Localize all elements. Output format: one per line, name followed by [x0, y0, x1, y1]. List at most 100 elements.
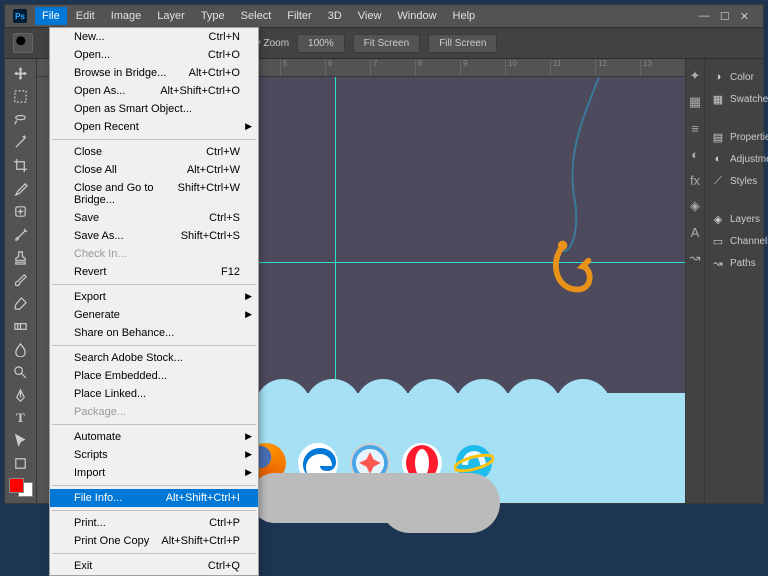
menuitem-import[interactable]: Import▶	[50, 464, 258, 482]
menuitem-open-recent[interactable]: Open Recent▶	[50, 118, 258, 136]
menuitem-close-all[interactable]: Close AllAlt+Ctrl+W	[50, 161, 258, 179]
menuitem-label: Revert	[74, 266, 106, 278]
menuitem-label: File Info...	[74, 492, 122, 504]
close-icon[interactable]: ✕	[740, 10, 749, 23]
menuitem-revert[interactable]: RevertF12	[50, 263, 258, 281]
menu-3d[interactable]: 3D	[321, 7, 349, 25]
menuitem-close[interactable]: CloseCtrl+W	[50, 143, 258, 161]
menuitem-shortcut: Alt+Shift+Ctrl+O	[160, 85, 240, 97]
panel-paths[interactable]: ↝Paths	[709, 253, 768, 273]
crop-tool[interactable]	[10, 157, 32, 174]
menuitem-exit[interactable]: Exit Ctrl+Q	[50, 557, 258, 575]
eyedropper-tool[interactable]	[10, 180, 32, 197]
panel-strip-icon[interactable]: ≡	[686, 119, 704, 137]
wand-tool[interactable]	[10, 134, 32, 151]
menu-file[interactable]: File	[35, 7, 67, 25]
eraser-tool[interactable]	[10, 295, 32, 312]
menu-image[interactable]: Image	[104, 7, 149, 25]
right-panels: ✦▦≡◐fx◈A↝ ◑Color▦Swatches▤Properties◐Adj…	[685, 59, 763, 503]
menuitem-label: Package...	[74, 406, 126, 418]
maximize-icon[interactable]: ☐	[720, 10, 730, 23]
menuitem-open[interactable]: Open...Ctrl+O	[50, 46, 258, 64]
styles-icon: ⟋	[711, 174, 725, 188]
menu-window[interactable]: Window	[390, 7, 443, 25]
menuitem-new[interactable]: New...Ctrl+N	[50, 28, 258, 46]
panel-strip-icon[interactable]: A	[686, 223, 704, 241]
menuitem-shortcut: Alt+Shift+Ctrl+P	[161, 535, 240, 547]
menuitem-label: Open as Smart Object...	[74, 103, 192, 115]
menuitem-label: Close All	[74, 164, 117, 176]
fit-screen-button[interactable]: Fit Screen	[353, 34, 421, 53]
menuitem-shortcut: Ctrl+Q	[208, 560, 240, 572]
pen-tool[interactable]	[10, 387, 32, 404]
lasso-tool[interactable]	[10, 111, 32, 128]
panel-strip-icon[interactable]: fx	[686, 171, 704, 189]
menuitem-export[interactable]: Export▶	[50, 288, 258, 306]
panel-label: Channels	[730, 236, 768, 247]
submenu-arrow-icon: ▶	[245, 291, 252, 302]
brush-tool[interactable]	[10, 226, 32, 243]
marquee-tool[interactable]	[10, 88, 32, 105]
menuitem-label: Share on Behance...	[74, 327, 174, 339]
panel-icon-strip: ✦ ▦ ≡ ◐ fx ◈ A ↝	[686, 59, 705, 503]
menu-help[interactable]: Help	[446, 7, 483, 25]
panel-strip-icon[interactable]: ✦	[686, 67, 704, 85]
panel-adjustments[interactable]: ◐Adjustments	[709, 149, 768, 169]
menuitem-label: Automate	[74, 431, 121, 443]
menuitem-browse-in-bridge[interactable]: Browse in Bridge...Alt+Ctrl+O	[50, 64, 258, 82]
menu-separator	[52, 553, 256, 554]
panel-strip-icon[interactable]: ↝	[686, 249, 704, 267]
blur-tool[interactable]	[10, 341, 32, 358]
color-swatches[interactable]	[9, 478, 33, 497]
history-brush-tool[interactable]	[10, 272, 32, 289]
menuitem-close-and-go-to-bridge[interactable]: Close and Go to Bridge...Shift+Ctrl+W	[50, 179, 258, 209]
shape-tool[interactable]	[10, 455, 32, 472]
menuitem-automate[interactable]: Automate▶	[50, 428, 258, 446]
type-tool[interactable]: T	[10, 410, 32, 427]
panel-swatches[interactable]: ▦Swatches	[709, 89, 768, 109]
menu-type[interactable]: Type	[194, 7, 232, 25]
panel-layers[interactable]: ◈Layers	[709, 209, 768, 229]
menuitem-print[interactable]: Print...Ctrl+P	[50, 514, 258, 532]
panel-strip-icon[interactable]: ◐	[686, 145, 704, 163]
menuitem-print-one-copy[interactable]: Print One CopyAlt+Shift+Ctrl+P	[50, 532, 258, 550]
menuitem-label: Exit	[74, 560, 92, 572]
menuitem-search-adobe-stock[interactable]: Search Adobe Stock...	[50, 349, 258, 367]
panel-properties[interactable]: ▤Properties	[709, 127, 768, 147]
menu-filter[interactable]: Filter	[280, 7, 318, 25]
zoom-tool-icon[interactable]	[13, 33, 33, 53]
menuitem-generate[interactable]: Generate▶	[50, 306, 258, 324]
menuitem-save-as[interactable]: Save As...Shift+Ctrl+S	[50, 227, 258, 245]
panel-channels[interactable]: ▭Channels	[709, 231, 768, 251]
fill-screen-button[interactable]: Fill Screen	[428, 34, 497, 53]
menu-layer[interactable]: Layer	[150, 7, 192, 25]
dodge-tool[interactable]	[10, 364, 32, 381]
panel-label: Layers	[730, 214, 760, 225]
menuitem-save[interactable]: SaveCtrl+S	[50, 209, 258, 227]
heal-tool[interactable]	[10, 203, 32, 220]
move-tool[interactable]	[10, 65, 32, 82]
menuitem-place-linked[interactable]: Place Linked...	[50, 385, 258, 403]
menu-select[interactable]: Select	[234, 7, 279, 25]
menu-edit[interactable]: Edit	[69, 7, 102, 25]
path-select-tool[interactable]	[10, 433, 32, 450]
menuitem-file-info[interactable]: File Info...Alt+Shift+Ctrl+I	[50, 489, 258, 507]
menu-view[interactable]: View	[351, 7, 389, 25]
gradient-tool[interactable]	[10, 318, 32, 335]
menuitem-label: Place Embedded...	[74, 370, 167, 382]
panel-label: Properties	[730, 132, 768, 143]
menuitem-open-as[interactable]: Open As...Alt+Shift+Ctrl+O	[50, 82, 258, 100]
stamp-tool[interactable]	[10, 249, 32, 266]
panel-strip-icon[interactable]: ◈	[686, 197, 704, 215]
menuitem-label: Browse in Bridge...	[74, 67, 166, 79]
panel-strip-icon[interactable]: ▦	[686, 93, 704, 111]
menuitem-scripts[interactable]: Scripts▶	[50, 446, 258, 464]
panel-color[interactable]: ◑Color	[709, 67, 768, 87]
zoom-100-button[interactable]: 100%	[297, 34, 345, 53]
menuitem-share-on-behance[interactable]: Share on Behance...	[50, 324, 258, 342]
menuitem-place-embedded[interactable]: Place Embedded...	[50, 367, 258, 385]
menuitem-open-as-smart-object[interactable]: Open as Smart Object...	[50, 100, 258, 118]
foreground-color-swatch[interactable]	[9, 478, 24, 493]
panel-styles[interactable]: ⟋Styles	[709, 171, 768, 191]
minimize-icon[interactable]: —	[699, 10, 710, 23]
